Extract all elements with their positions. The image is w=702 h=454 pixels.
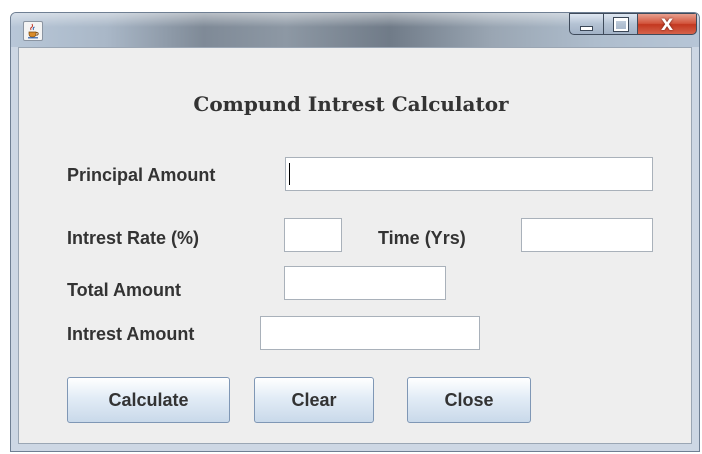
time-years-label: Time (Yrs) [378,228,466,248]
principal-amount-label: Principal Amount [67,165,216,185]
time-years-field[interactable] [521,218,653,252]
calculate-button[interactable]: Calculate [67,377,230,423]
page-title: Compund Intrest Calculator [193,92,509,116]
interest-amount-field[interactable] [260,316,480,350]
close-window-button[interactable]: X [637,13,697,35]
window-controls: X [569,13,697,37]
total-amount-label: Total Amount [67,280,181,300]
minimize-button[interactable] [569,13,603,35]
interest-amount-label: Intrest Amount [67,324,195,344]
close-icon: X [660,14,674,34]
title-bar[interactable]: X [11,13,699,47]
total-amount-field[interactable] [284,266,446,300]
maximize-button[interactable] [603,13,637,35]
interest-rate-field[interactable] [284,218,342,252]
interest-rate-label: Intrest Rate (%) [67,228,200,248]
maximize-icon [612,16,629,32]
principal-amount-field[interactable] [285,157,653,191]
text-caret [289,163,290,185]
clear-button[interactable]: Clear [254,377,374,423]
java-cup-icon[interactable] [23,21,43,41]
close-button[interactable]: Close [407,377,531,423]
minimize-icon [580,25,593,31]
